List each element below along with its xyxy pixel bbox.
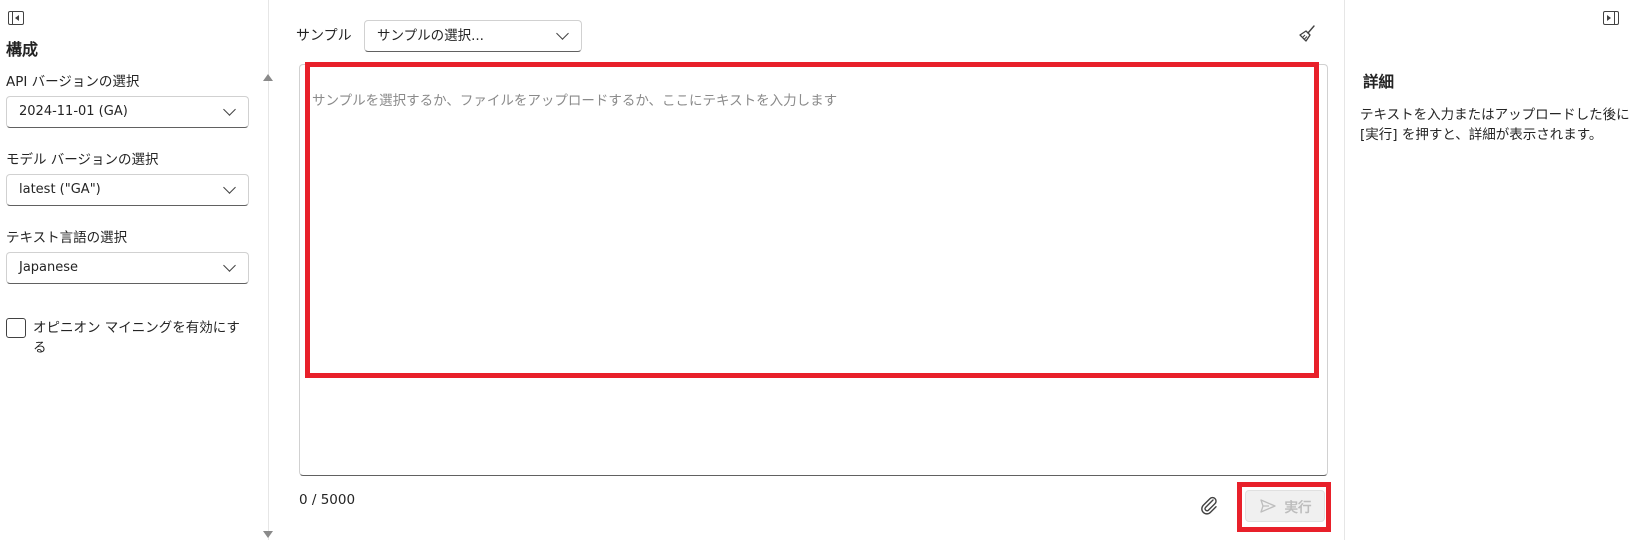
text-input[interactable] [310,87,1315,457]
scroll-down-arrow-icon[interactable] [263,531,273,538]
text-language-label: テキスト言語の選択 [6,230,128,246]
api-version-label: API バージョンの選択 [6,74,140,90]
text-language-value: Japanese [19,260,79,275]
sample-dropdown-value: サンプルの選択... [377,28,484,44]
configuration-panel: 構成 API バージョンの選択 2024-11-01 (GA) モデル バージョ… [0,0,273,540]
model-version-dropdown[interactable]: latest ("GA") [6,174,249,206]
run-button[interactable]: 実行 [1245,490,1325,522]
sample-label: サンプル [296,28,352,44]
api-version-dropdown[interactable]: 2024-11-01 (GA) [6,96,249,128]
model-version-label: モデル バージョンの選択 [6,152,159,168]
app-root: 構成 API バージョンの選択 2024-11-01 (GA) モデル バージョ… [0,0,1640,540]
chevron-down-icon [223,259,236,272]
send-icon [1259,499,1276,513]
opinion-mining-label[interactable]: オピニオン マイニングを有効にする [33,318,248,358]
chevron-down-icon [223,181,236,194]
broom-icon[interactable] [1297,24,1317,44]
opinion-mining-checkbox[interactable] [6,318,26,338]
details-title: 詳細 [1363,73,1395,91]
chevron-down-icon [223,103,236,116]
character-count: 0 / 5000 [299,492,356,508]
scroll-up-arrow-icon[interactable] [263,74,273,81]
chevron-down-icon [556,27,569,40]
details-description: テキストを入力またはアップロードした後に [実行] を押すと、詳細が表示されます… [1360,107,1630,143]
panel-collapse-left-icon[interactable] [8,11,24,25]
model-version-value: latest ("GA") [19,182,101,197]
paperclip-icon[interactable] [1198,494,1220,516]
api-version-value: 2024-11-01 (GA) [19,104,128,119]
text-input-container [299,64,1328,476]
panel-collapse-right-icon[interactable] [1603,11,1619,25]
sample-dropdown[interactable]: サンプルの選択... [364,20,582,52]
details-panel: 詳細 テキストを入力またはアップロードした後に [実行] を押すと、詳細が表示さ… [1344,0,1640,540]
configuration-title: 構成 [6,40,39,59]
run-button-label: 実行 [1284,500,1312,516]
text-language-dropdown[interactable]: Japanese [6,252,249,284]
